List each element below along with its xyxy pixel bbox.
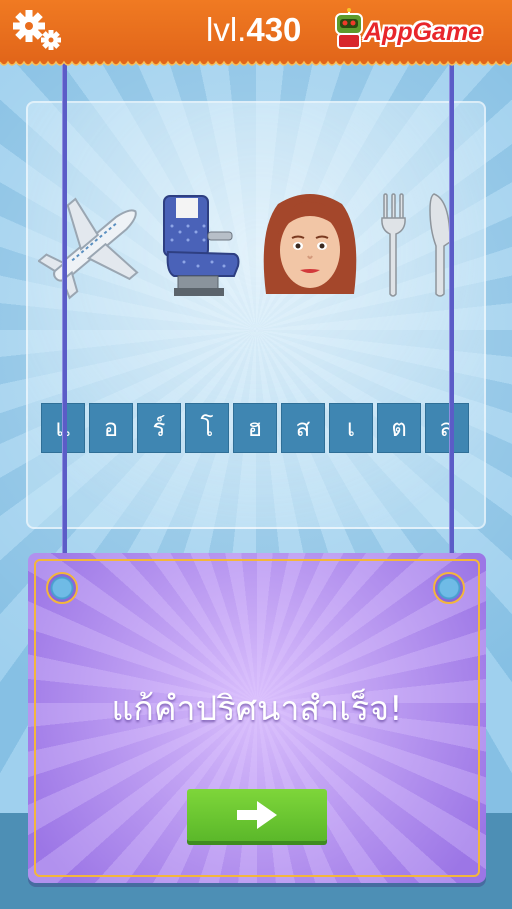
answer-tile[interactable]: ฮ <box>233 403 277 453</box>
answer-tile[interactable]: ส <box>425 403 469 453</box>
answer-tile[interactable]: ส <box>281 403 325 453</box>
card-hole-left <box>46 572 78 604</box>
gears-icon[interactable] <box>12 8 64 52</box>
brand-name: AppGame <box>364 18 483 46</box>
top-bar-scallop <box>0 58 512 66</box>
top-bar: lvl.430 AppGame <box>0 0 512 60</box>
success-message: แก้คำปริศนาสำเร็จ! <box>111 689 403 729</box>
clue-panel <box>26 101 486 529</box>
hanging-string-right <box>449 62 454 582</box>
right-arrow-icon <box>237 801 277 829</box>
brand-logo: AppGame <box>328 8 508 54</box>
success-card: แก้คำปริศนาสำเร็จ! <box>28 553 486 883</box>
airplane-seat-icon <box>163 195 240 296</box>
level-number: 430 <box>246 11 302 48</box>
hanging-string-left <box>62 62 67 582</box>
level-prefix: lvl. <box>206 11 247 48</box>
answer-tile[interactable]: เ <box>329 403 373 453</box>
answer-tile[interactable]: ร์ <box>137 403 181 453</box>
next-level-button[interactable] <box>187 789 327 841</box>
card-hole-right <box>433 572 465 604</box>
level-indicator: lvl.430 <box>206 8 301 52</box>
woman-face-icon <box>263 194 357 294</box>
answer-tile[interactable]: อ <box>89 403 133 453</box>
answer-tile[interactable]: ต <box>377 403 421 453</box>
fork-knife-icon <box>381 193 451 297</box>
airplane-icon <box>38 197 139 300</box>
answer-row: แ อ ร์ โ ฮ ส เ ต ส <box>41 403 471 453</box>
answer-tile[interactable]: โ <box>185 403 229 453</box>
